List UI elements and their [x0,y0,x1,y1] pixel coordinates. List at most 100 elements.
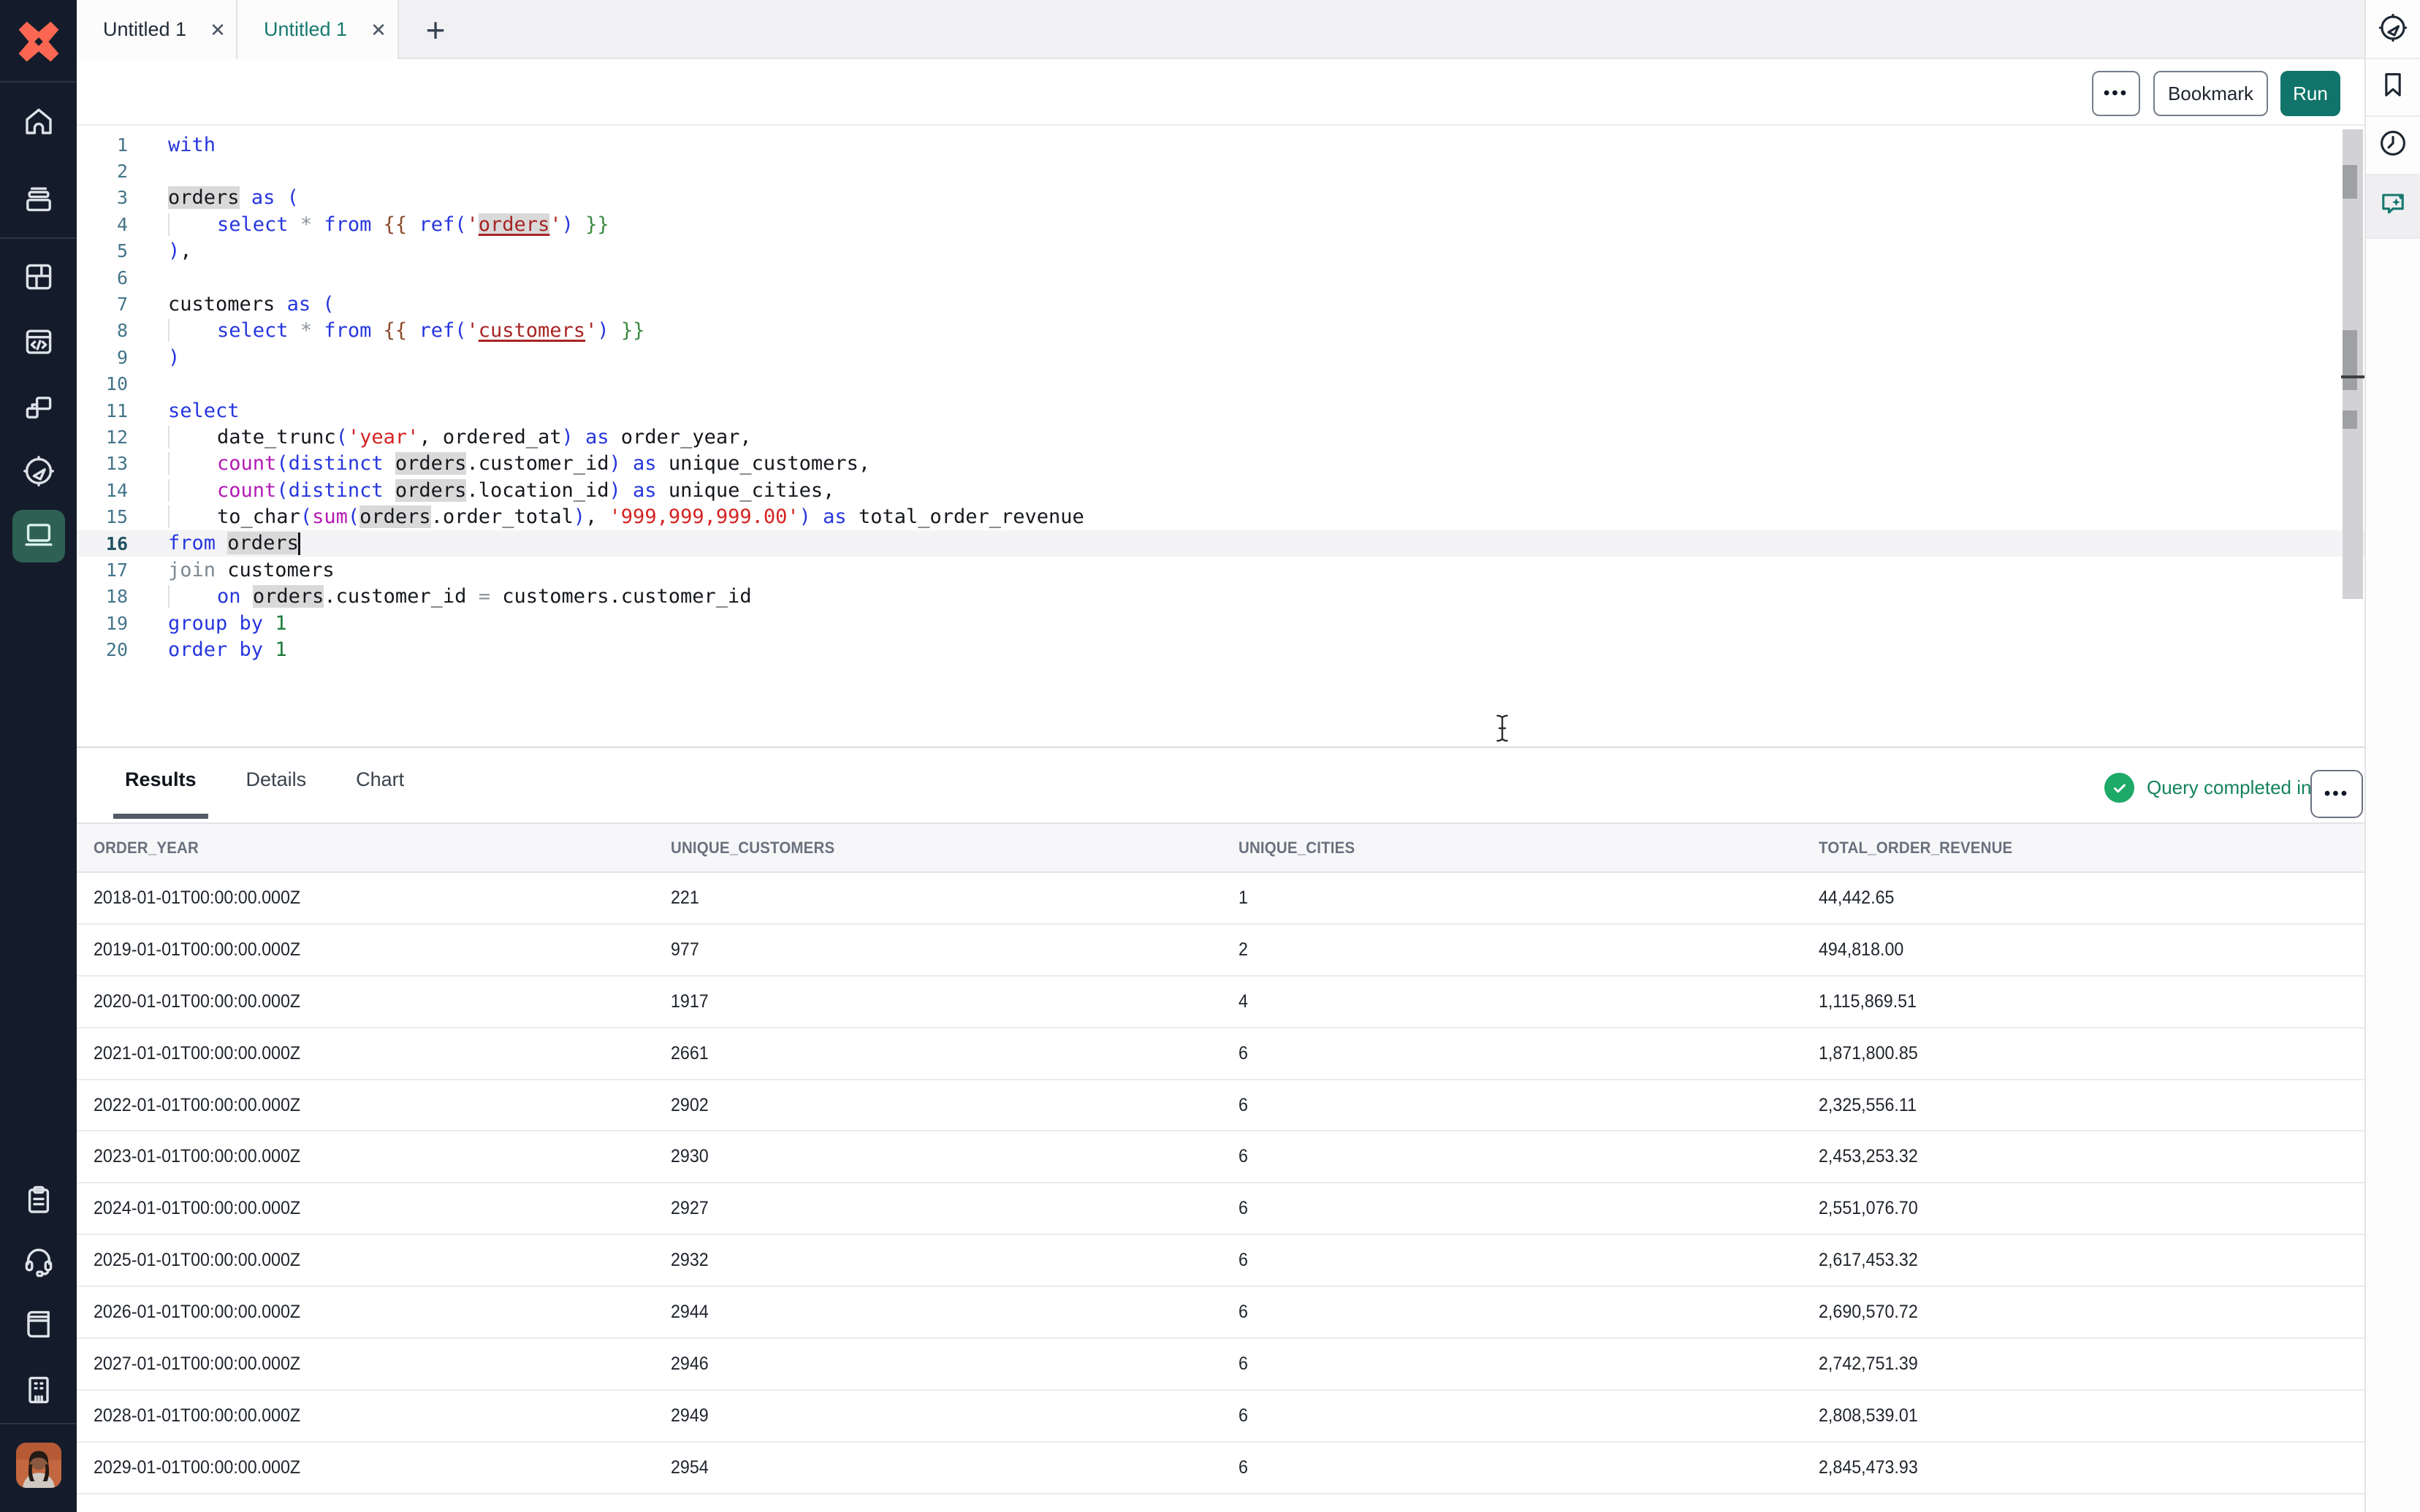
code-line[interactable]: 7customers as ( [77,291,2364,317]
user-avatar[interactable] [16,1443,61,1488]
sidebar-item-clipboard[interactable] [12,1175,65,1228]
table-row[interactable]: 2026-01-01T00:00:00.000Z294462,690,570.7… [77,1287,2364,1339]
sidebar-item-explore[interactable] [12,446,65,499]
table-row[interactable]: 2024-01-01T00:00:00.000Z292762,551,076.7… [77,1183,2364,1235]
right-rail-item-ai-assistant[interactable] [2370,181,2416,228]
sidebar-item-home[interactable] [12,96,65,149]
table-row[interactable]: 2021-01-01T00:00:00.000Z266161,871,800.8… [77,1028,2364,1080]
table-cell[interactable]: 2,617,453.32 [1819,1250,2364,1271]
table-cell[interactable]: 2026-01-01T00:00:00.000Z [77,1302,671,1323]
run-button[interactable]: Run [2280,71,2340,116]
code-line[interactable]: 18 on orders.customer_id = customers.cus… [77,584,2364,610]
table-cell[interactable]: 6 [1238,1198,1819,1219]
table-cell[interactable]: 44,442.65 [1819,887,2364,909]
results-tab-chart[interactable]: Chart [344,768,416,819]
table-cell[interactable]: 2 [1238,939,1819,961]
workbook-tab-2[interactable]: Untitled 1✕ [237,0,399,59]
table-cell[interactable]: 2027-01-01T00:00:00.000Z [77,1353,671,1375]
code-line[interactable]: 14 count(distinct orders.location_id) as… [77,477,2364,503]
table-cell[interactable]: 2661 [671,1043,1238,1064]
table-cell[interactable]: 2927 [671,1198,1238,1219]
table-cell[interactable]: 2018-01-01T00:00:00.000Z [77,887,671,909]
table-cell[interactable]: 2030-01-01T00:00:00.000Z [77,1509,671,1512]
code-line[interactable]: 12 date_trunc('year', ordered_at) as ord… [77,424,2364,450]
table-cell[interactable]: 6 [1238,1405,1819,1427]
table-cell[interactable]: 6 [1238,1043,1819,1064]
table-cell[interactable]: 2,453,253.32 [1819,1146,2364,1167]
table-row[interactable]: 2023-01-01T00:00:00.000Z293062,453,253.3… [77,1131,2364,1183]
table-row[interactable]: 2018-01-01T00:00:00.000Z221144,442.65 [77,873,2364,925]
column-header[interactable]: ORDER_YEAR [77,839,671,858]
code-line[interactable]: 17join customers [77,557,2364,583]
code-line[interactable]: 11select [77,397,2364,424]
code-line[interactable]: 1with [77,131,2364,158]
code-line[interactable]: 13 count(distinct orders.customer_id) as… [77,451,2364,477]
table-cell[interactable]: 2020-01-01T00:00:00.000Z [77,991,671,1012]
table-cell[interactable]: 1,115,869.51 [1819,991,2364,1012]
table-row[interactable]: 2028-01-01T00:00:00.000Z294962,808,539.0… [77,1391,2364,1443]
results-tab-results[interactable]: Results [113,768,208,819]
table-cell[interactable]: 2029-01-01T00:00:00.000Z [77,1457,671,1478]
sidebar-item-collections[interactable] [12,175,65,227]
column-header[interactable]: UNIQUE_CUSTOMERS [671,839,1238,858]
table-row[interactable]: 2025-01-01T00:00:00.000Z293262,617,453.3… [77,1235,2364,1287]
table-cell[interactable]: 2932 [671,1250,1238,1271]
table-cell[interactable]: 2025-01-01T00:00:00.000Z [77,1250,671,1271]
column-header[interactable]: UNIQUE_CITIES [1238,839,1819,858]
table-cell[interactable]: 1,841,049.32 [1819,1509,2364,1512]
table-cell[interactable]: 2021-01-01T00:00:00.000Z [77,1043,671,1064]
table-cell[interactable]: 6 [1238,1146,1819,1167]
new-tab-button[interactable]: + [415,10,456,50]
table-cell[interactable]: 2930 [671,1146,1238,1167]
table-cell[interactable]: 6 [1238,1302,1819,1323]
table-cell[interactable]: 2,325,556.11 [1819,1095,2364,1116]
right-rail-item-history[interactable] [2370,121,2416,168]
workbook-tab-1[interactable]: Untitled 1✕ [77,0,237,59]
table-cell[interactable]: 2023-01-01T00:00:00.000Z [77,1146,671,1167]
table-row[interactable]: 2027-01-01T00:00:00.000Z294662,742,751.3… [77,1339,2364,1391]
table-cell[interactable]: 2028-01-01T00:00:00.000Z [77,1405,671,1427]
table-cell[interactable]: 2954 [671,1457,1238,1478]
close-tab-icon[interactable]: ✕ [366,16,391,44]
table-cell[interactable]: 2,808,539.01 [1819,1405,2364,1427]
column-header[interactable]: TOTAL_ORDER_REVENUE [1819,839,2364,858]
table-cell[interactable]: 2,551,076.70 [1819,1198,2364,1219]
table-row[interactable]: 2029-01-01T00:00:00.000Z295462,845,473.9… [77,1443,2364,1494]
table-cell[interactable]: 2,742,751.39 [1819,1353,2364,1375]
code-line[interactable]: 2 [77,158,2364,184]
code-line[interactable]: 4 select * from {{ ref('orders') }} [77,211,2364,237]
table-cell[interactable]: 6 [1238,1457,1819,1478]
code-line[interactable]: 9) [77,344,2364,370]
code-line[interactable]: 19group by 1 [77,610,2364,636]
results-tab-details[interactable]: Details [235,768,319,819]
code-line[interactable]: 6 [77,264,2364,291]
table-row[interactable]: 2020-01-01T00:00:00.000Z191741,115,869.5… [77,977,2364,1028]
sidebar-item-docs[interactable] [12,1299,65,1352]
table-cell[interactable]: 2902 [671,1095,1238,1116]
code-line[interactable]: 3orders as ( [77,185,2364,211]
table-row[interactable]: 2022-01-01T00:00:00.000Z290262,325,556.1… [77,1080,2364,1132]
code-line[interactable]: 16from orders [77,530,2364,557]
hex-logo-icon[interactable] [13,16,64,67]
table-cell[interactable]: 2,690,570.72 [1819,1302,2364,1323]
table-cell[interactable]: 2879 [671,1509,1238,1512]
table-cell[interactable]: 6 [1238,1353,1819,1375]
table-cell[interactable]: 2019-01-01T00:00:00.000Z [77,939,671,961]
sidebar-item-terminal[interactable] [12,510,65,562]
code-line[interactable]: 20order by 1 [77,636,2364,663]
code-line[interactable]: 5), [77,238,2364,264]
table-cell[interactable]: 6 [1238,1250,1819,1271]
bookmark-button[interactable]: Bookmark [2153,71,2268,116]
sidebar-item-code[interactable] [12,317,65,370]
table-cell[interactable]: 2,845,473.93 [1819,1457,2364,1478]
results-more-button[interactable]: ••• [2310,770,2363,818]
close-tab-icon[interactable]: ✕ [205,16,230,44]
table-cell[interactable]: 2944 [671,1302,1238,1323]
code-line[interactable]: 8 select * from {{ ref('customers') }} [77,318,2364,344]
table-cell[interactable]: 221 [671,887,1238,909]
table-cell[interactable]: 2024-01-01T00:00:00.000Z [77,1198,671,1219]
table-cell[interactable]: 2946 [671,1353,1238,1375]
table-cell[interactable]: 1 [1238,887,1819,909]
code-line[interactable]: 10 [77,371,2364,397]
table-row[interactable]: 2030-01-01T00:00:00.000Z287961,841,049.3… [77,1494,2364,1512]
